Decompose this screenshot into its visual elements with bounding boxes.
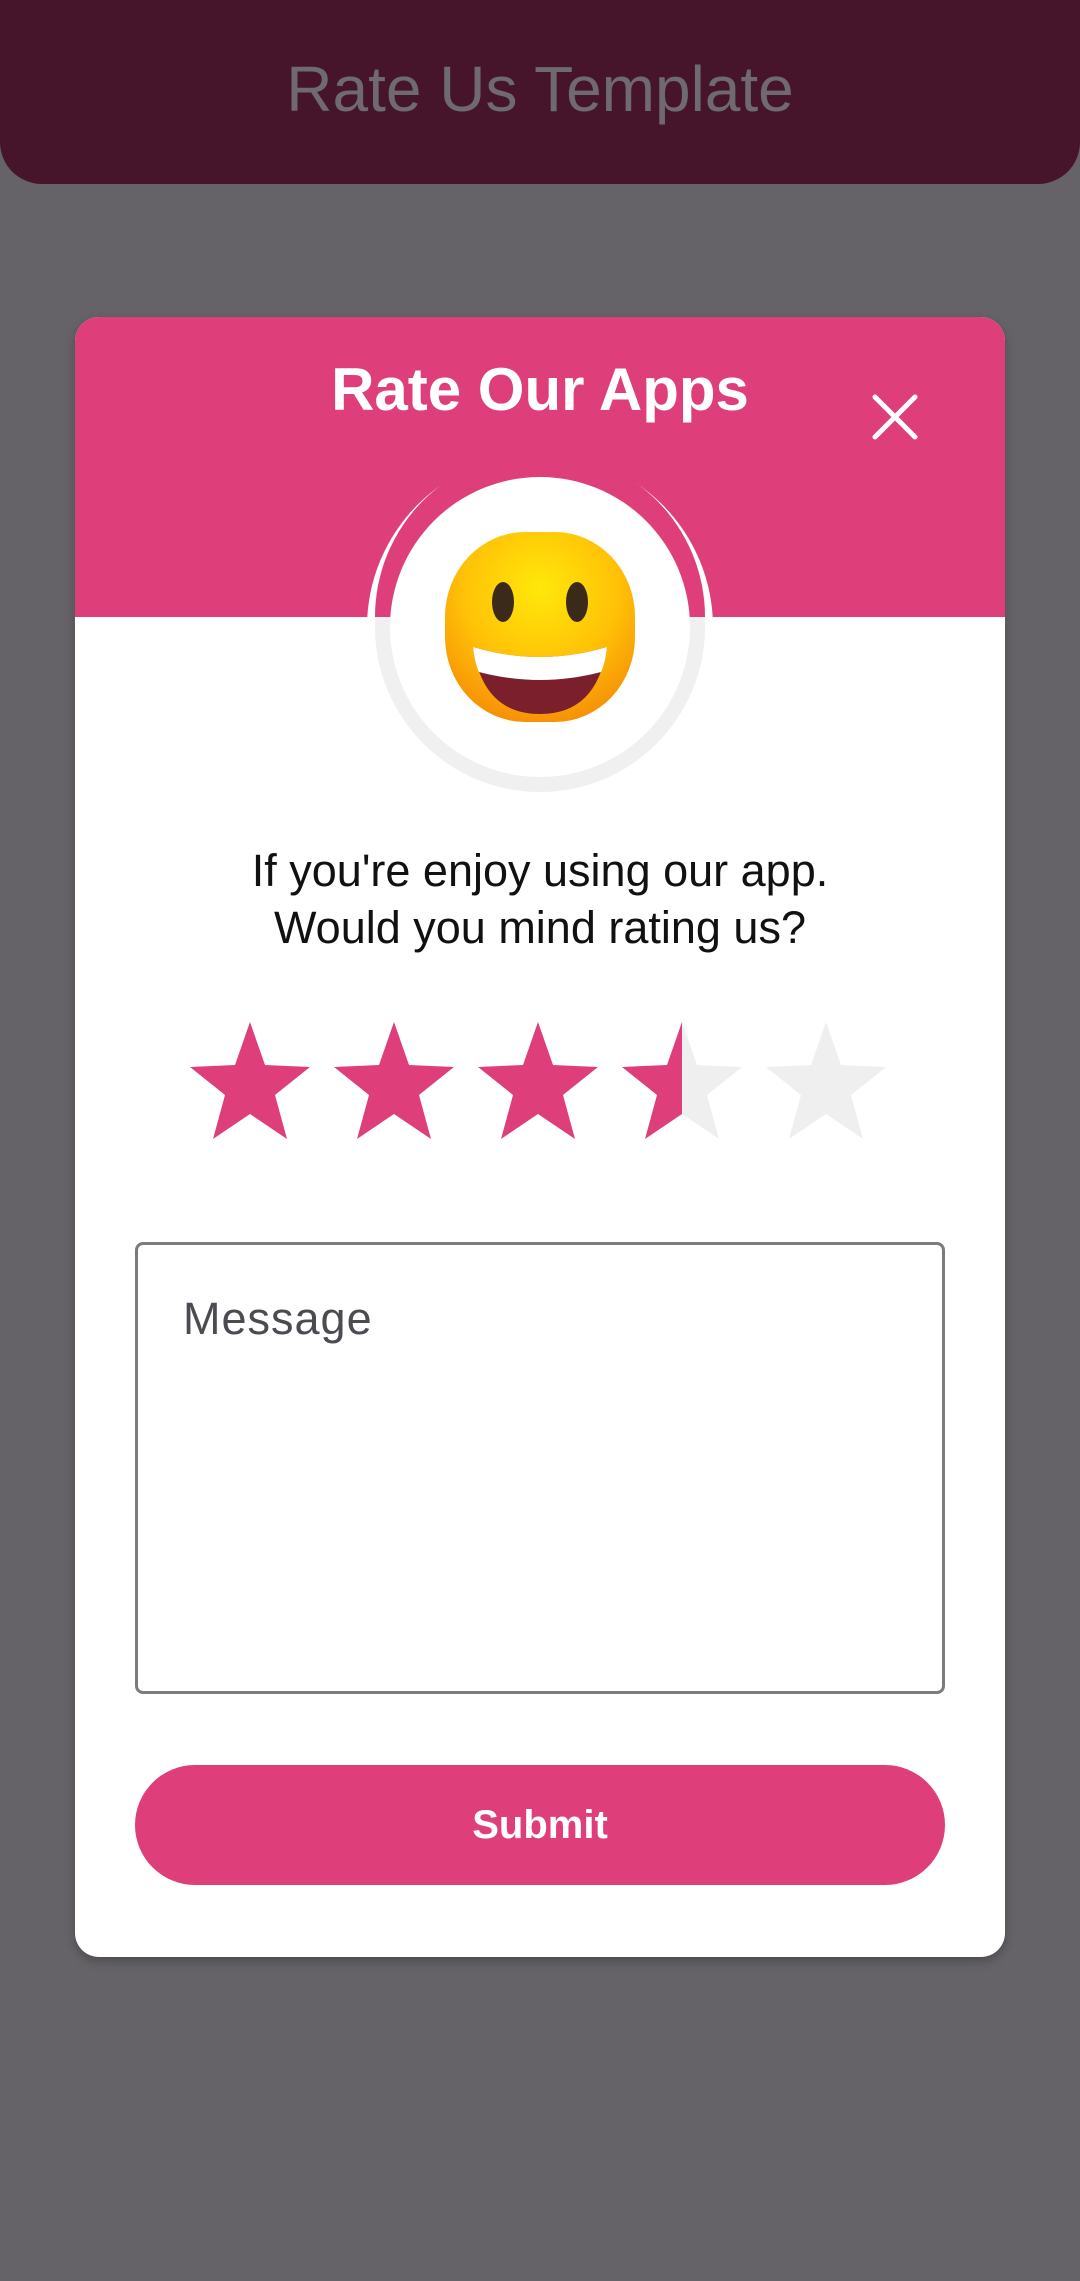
emoji-avatar (365, 452, 715, 802)
close-icon[interactable] (865, 387, 925, 447)
star-1-icon[interactable] (185, 1017, 315, 1147)
app-bar-title: Rate Us Template (286, 53, 794, 125)
app-bar: Rate Us Template (0, 0, 1080, 184)
star-2-icon[interactable] (329, 1017, 459, 1147)
prompt-line-2: Would you mind rating us? (274, 902, 806, 953)
submit-button[interactable]: Submit (135, 1765, 945, 1885)
star-5-icon[interactable] (761, 1017, 891, 1147)
grinning-face-emoji-icon (445, 532, 635, 722)
message-input[interactable] (135, 1242, 945, 1694)
star-4-icon[interactable] (617, 1017, 747, 1147)
star-rating[interactable] (185, 1017, 905, 1147)
rating-prompt: If you're enjoy using our app. Would you… (75, 842, 1005, 956)
star-3-icon[interactable] (473, 1017, 603, 1147)
prompt-line-1: If you're enjoy using our app. (251, 845, 829, 896)
rate-dialog: Rate Our Apps If you're enjoy using our … (75, 317, 1005, 1957)
